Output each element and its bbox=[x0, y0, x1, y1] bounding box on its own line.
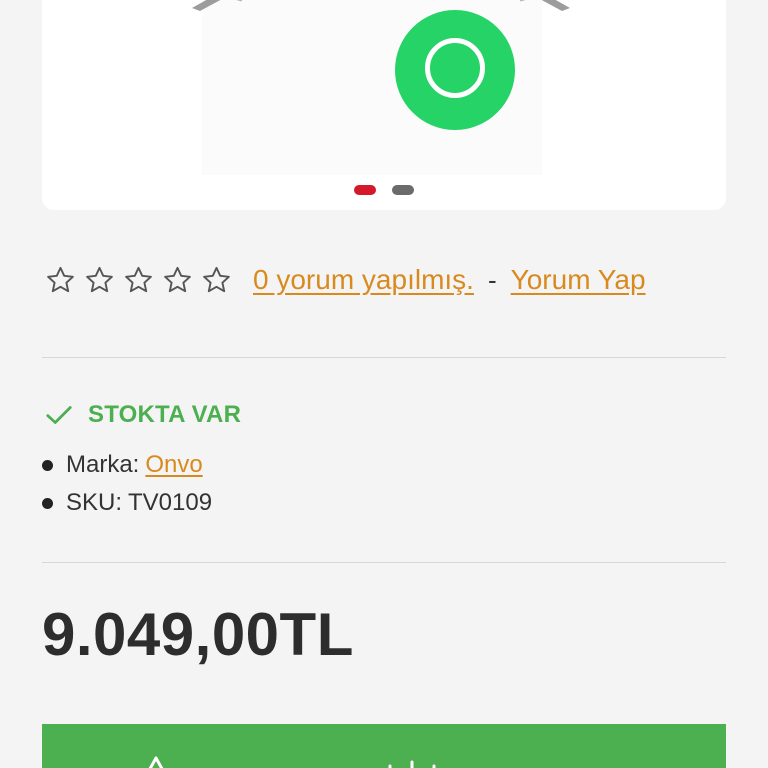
product-image-carousel[interactable] bbox=[42, 0, 726, 210]
star-rating[interactable] bbox=[44, 264, 233, 297]
add-to-cart-bar[interactable] bbox=[42, 724, 726, 768]
sku-label: SKU: bbox=[66, 489, 123, 516]
stock-status: STOKTA VAR bbox=[44, 400, 241, 430]
rating-row: 0 yorum yapılmış. - Yorum Yap bbox=[44, 258, 646, 302]
divider-top bbox=[42, 357, 726, 358]
star-outline-icon[interactable] bbox=[200, 264, 233, 297]
carousel-dots bbox=[42, 185, 726, 195]
whatsapp-icon bbox=[425, 38, 485, 98]
rating-separator: - bbox=[487, 264, 497, 295]
star-outline-icon[interactable] bbox=[83, 264, 116, 297]
reviews-count-link[interactable]: 0 yorum yapılmış. bbox=[253, 264, 474, 296]
sku-item: SKU: TV0109 bbox=[42, 484, 212, 522]
sku-value: TV0109 bbox=[128, 489, 213, 516]
brand-link[interactable]: Onvo bbox=[145, 451, 202, 479]
check-icon bbox=[46, 406, 72, 424]
divider-bottom bbox=[42, 562, 726, 563]
product-image bbox=[192, 0, 570, 175]
quantity-ticks-icon bbox=[388, 760, 436, 768]
bullet-icon bbox=[42, 497, 53, 509]
brand-item: Marka: Onvo bbox=[42, 446, 212, 484]
bullet-icon bbox=[42, 459, 53, 471]
product-meta-list: Marka: Onvo SKU: TV0109 bbox=[42, 446, 212, 522]
write-review-link[interactable]: Yorum Yap bbox=[511, 264, 646, 296]
stock-status-text: STOKTA VAR bbox=[88, 401, 242, 428]
star-outline-icon[interactable] bbox=[122, 264, 155, 297]
carousel-dot-1[interactable] bbox=[354, 185, 376, 195]
star-outline-icon[interactable] bbox=[44, 264, 77, 297]
carousel-dot-2[interactable] bbox=[392, 185, 414, 195]
cart-icon[interactable] bbox=[142, 756, 170, 768]
star-outline-icon[interactable] bbox=[161, 264, 194, 297]
brand-label: Marka: bbox=[66, 451, 140, 478]
product-price: 9.049,00TL bbox=[42, 601, 354, 668]
product-detail-page: 0 yorum yapılmış. - Yorum Yap STOKTA VAR… bbox=[0, 0, 768, 768]
